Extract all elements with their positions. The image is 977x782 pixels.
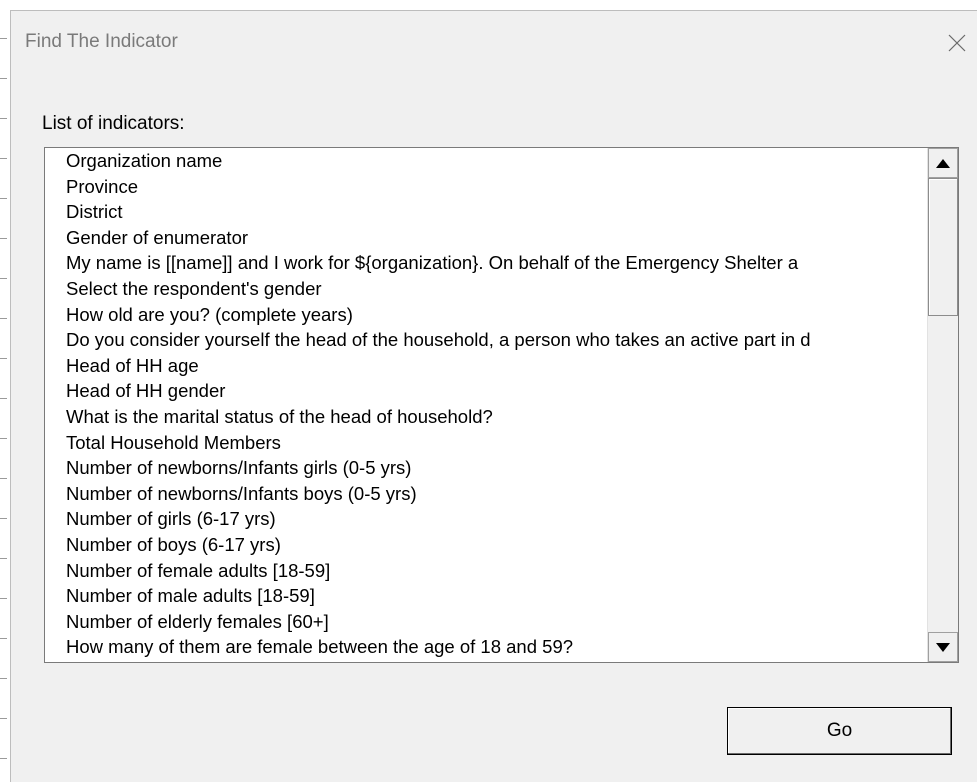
list-item[interactable]: Number of girls (6-17 yrs) [45,506,915,532]
edge-tick [0,598,7,599]
scroll-up-button[interactable] [928,148,958,178]
scroll-down-button[interactable] [928,632,958,662]
list-item[interactable]: Number of elderly females [60+] [45,609,915,635]
list-label: List of indicators: [42,113,185,134]
window-title: Find The Indicator [25,31,178,52]
edge-tick [0,518,7,519]
edge-tick [0,278,7,279]
list-item[interactable]: How many of them are female between the … [45,634,915,660]
list-item[interactable]: Gender of enumerator [45,225,915,251]
title-bar[interactable]: Find The Indicator [11,11,977,73]
edge-tick [0,678,7,679]
list-item[interactable]: My name is [[name]] and I work for ${org… [45,250,915,276]
list-item[interactable]: District [45,199,915,225]
list-item[interactable]: Do you consider yourself the head of the… [45,327,915,353]
edge-tick [0,398,7,399]
list-item[interactable]: Number of boys (6-17 yrs) [45,532,915,558]
scroll-up-arrow-icon [936,158,950,168]
edge-tick [0,118,7,119]
edge-tick [0,558,7,559]
edge-tick [0,358,7,359]
list-item[interactable]: Number of newborns/Infants girls (0-5 yr… [45,455,915,481]
edge-tick [0,718,7,719]
background-window-edge [0,0,10,782]
list-item[interactable]: Select the respondent's gender [45,276,915,302]
list-item[interactable]: Organization name [45,148,915,174]
edge-tick [0,78,7,79]
vertical-scrollbar[interactable] [927,148,958,662]
go-button[interactable]: Go [727,707,952,755]
list-item[interactable]: Head of HH gender [45,378,915,404]
list-item[interactable]: Number of newborns/Infants boys (0-5 yrs… [45,481,915,507]
close-button[interactable] [937,23,977,63]
list-item[interactable]: Head of HH age [45,353,915,379]
edge-tick [0,198,7,199]
list-item[interactable]: Number of male adults [18-59] [45,583,915,609]
list-item[interactable]: What is the marital status of the head o… [45,404,915,430]
close-icon [948,34,966,52]
list-item[interactable]: Province [45,174,915,200]
edge-tick [0,318,7,319]
edge-tick [0,238,7,239]
list-item[interactable]: Number of female adults [18-59] [45,558,915,584]
list-item[interactable]: How old are you? (complete years) [45,302,915,328]
edge-tick [0,158,7,159]
list-item[interactable]: Total Household Members [45,430,915,456]
edge-tick [0,438,7,439]
find-indicator-dialog: Find The Indicator List of indicators: O… [10,10,977,782]
edge-tick [0,638,7,639]
edge-tick [0,38,7,39]
scroll-thumb[interactable] [928,178,958,316]
edge-tick [0,478,7,479]
indicator-list[interactable]: Organization name Province District Gender … [45,148,915,662]
scroll-down-arrow-icon [936,642,950,652]
indicator-listbox[interactable]: Organization name Province District Gender … [44,147,959,663]
edge-tick [0,758,7,759]
